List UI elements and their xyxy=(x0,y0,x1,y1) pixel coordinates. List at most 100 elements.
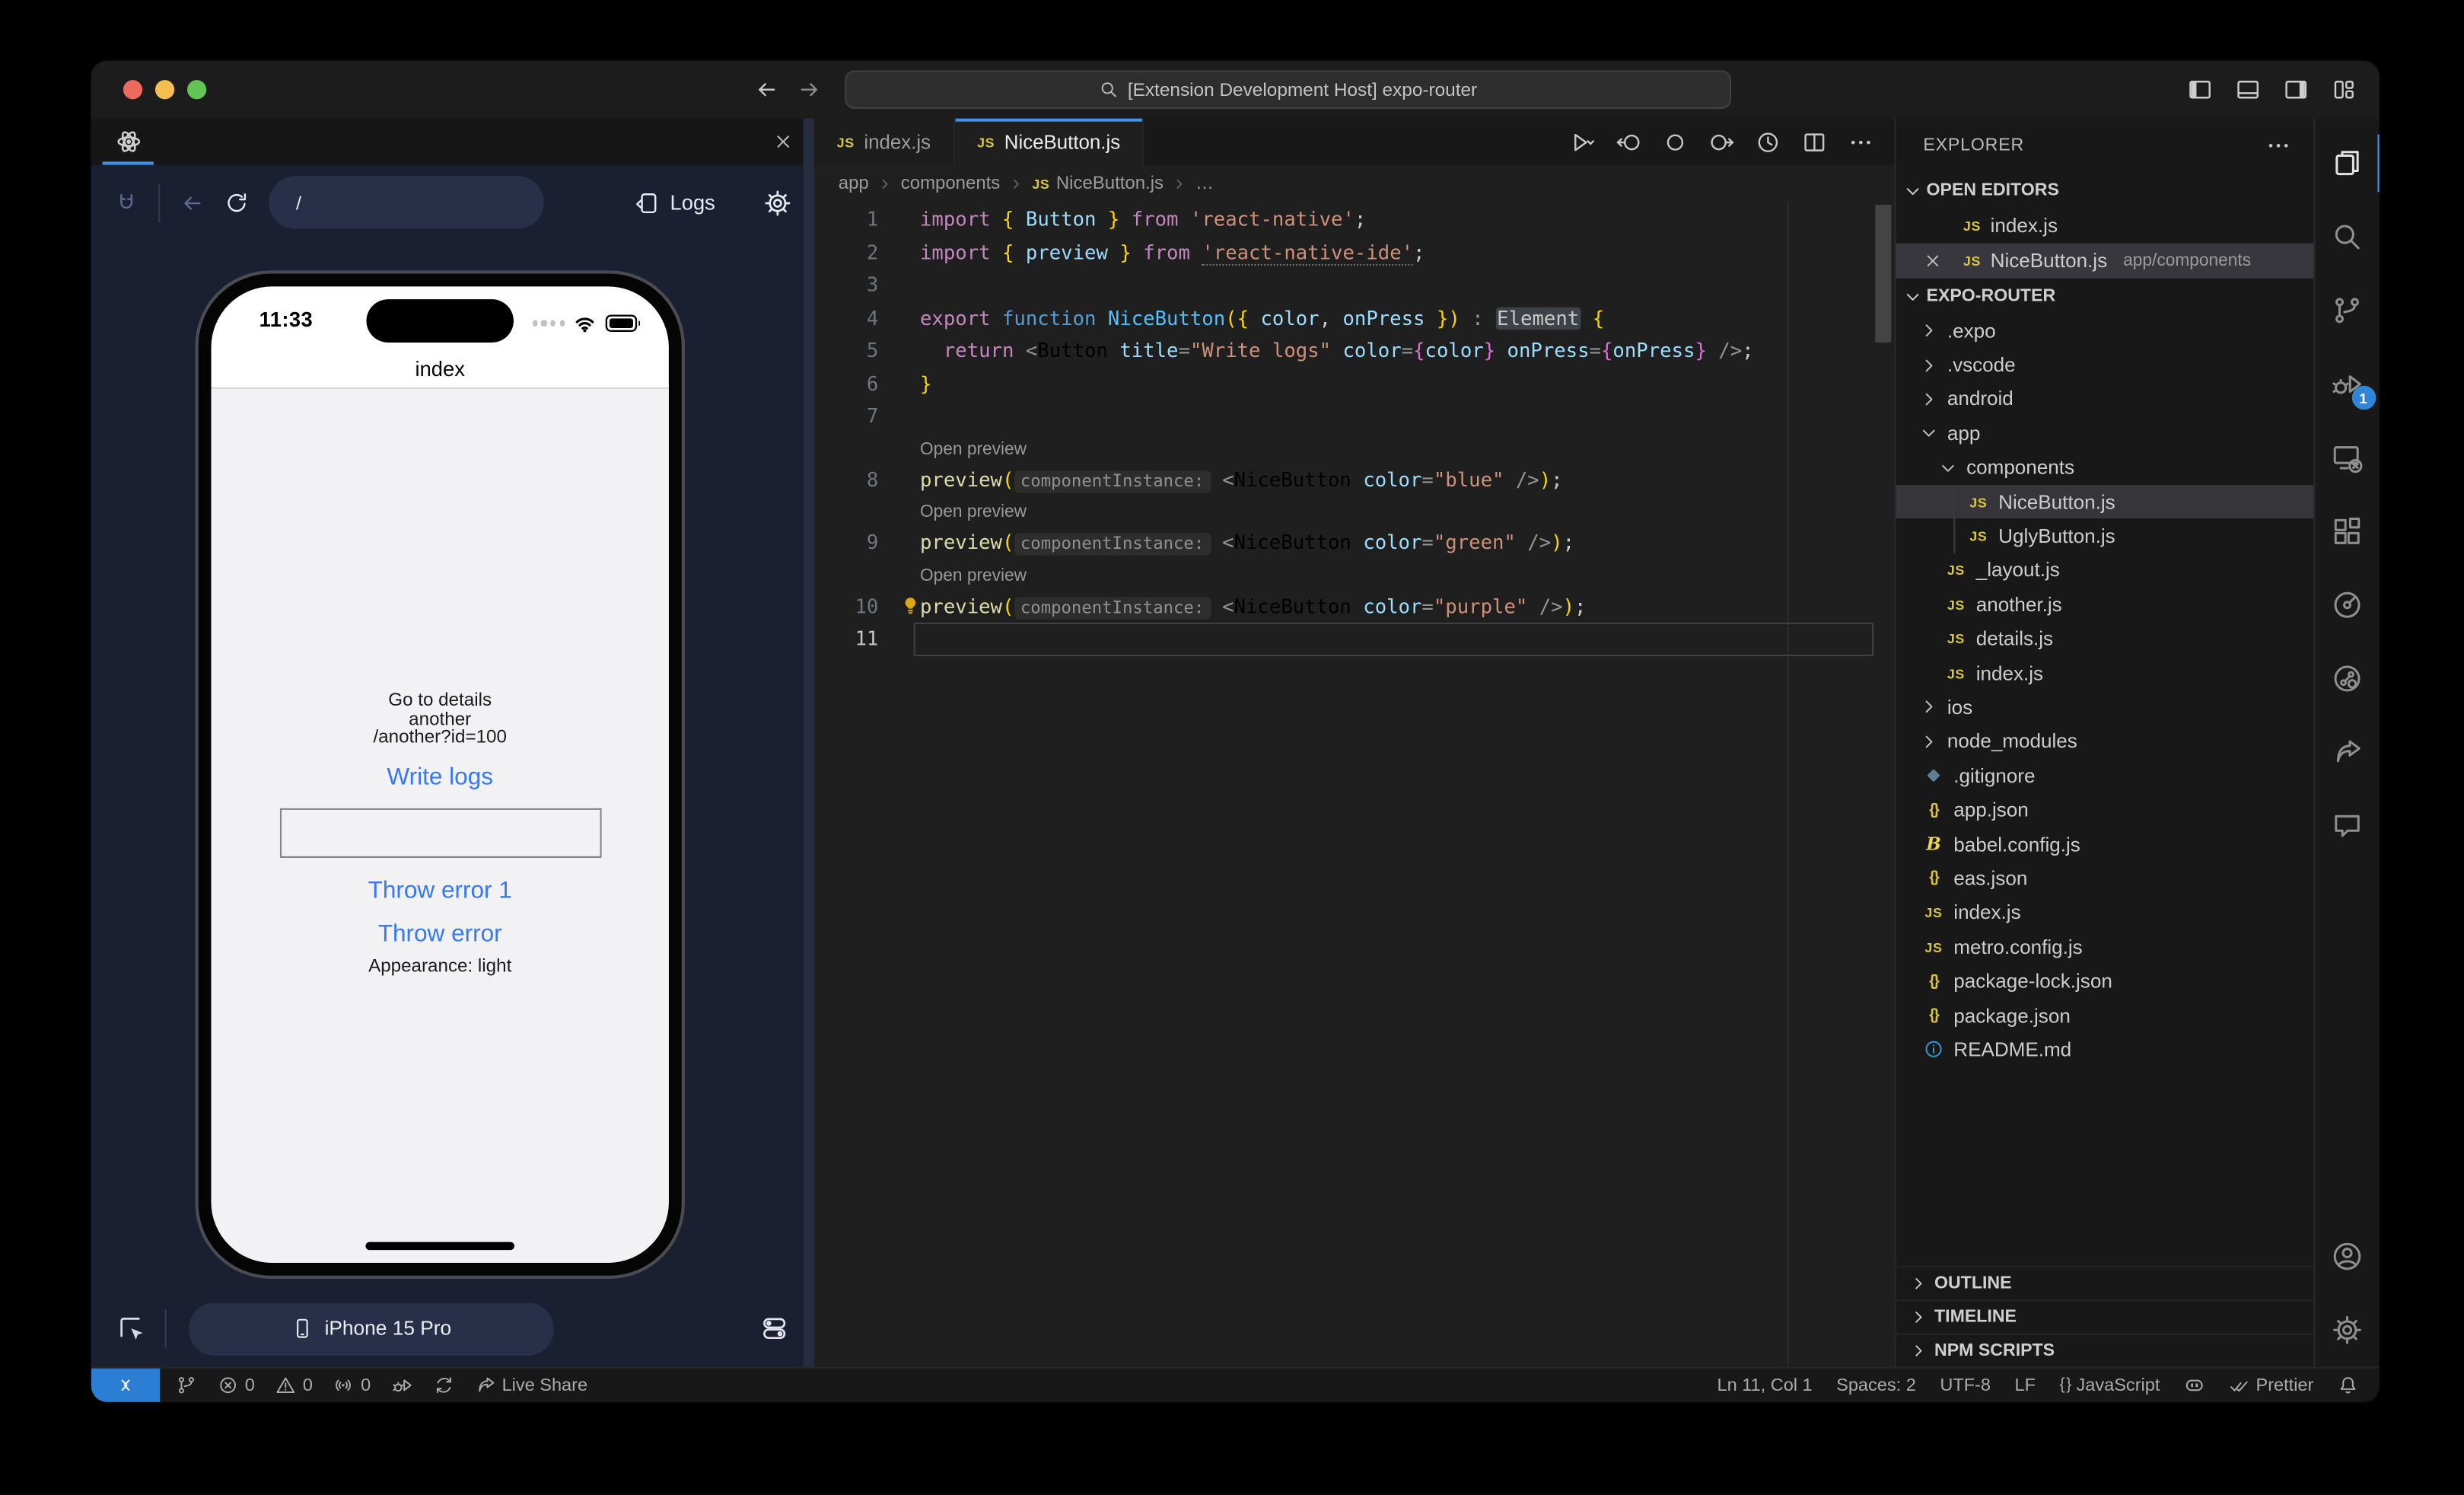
lightbulb-icon[interactable] xyxy=(899,594,922,617)
toggle-primary-sidebar-icon[interactable] xyxy=(2187,77,2213,103)
codelens-open-preview[interactable]: Open preview xyxy=(814,496,1894,527)
codelens-open-preview[interactable]: Open preview xyxy=(814,433,1894,464)
device-select-button[interactable]: iPhone 15 Pro xyxy=(189,1302,553,1354)
status-ports[interactable]: 0 xyxy=(333,1375,371,1395)
breadcrumb-item[interactable]: … xyxy=(1195,174,1214,193)
tree-item-app[interactable]: app xyxy=(1896,416,2314,451)
code-line[interactable]: 8preview(componentInstance: <NiceButton … xyxy=(814,464,1894,496)
activity-settings[interactable] xyxy=(2314,1293,2379,1367)
tree-item-readme-md[interactable]: README.md xyxy=(1896,1033,2314,1067)
nav-back-icon[interactable] xyxy=(179,190,205,215)
another-link[interactable]: another xyxy=(409,712,471,730)
status-indentation[interactable]: Spaces: 2 xyxy=(1836,1375,1916,1395)
status-encoding[interactable]: UTF-8 xyxy=(1940,1375,1991,1395)
command-center-search[interactable]: [Extension Development Host] expo-router xyxy=(845,71,1731,109)
toggle-secondary-sidebar-icon[interactable] xyxy=(2283,77,2309,103)
more-actions-button[interactable] xyxy=(1848,129,1874,155)
status-debug-status[interactable] xyxy=(392,1375,412,1395)
code-line[interactable]: 11 xyxy=(814,623,1894,655)
toggle-panel-icon[interactable] xyxy=(2235,77,2261,103)
tree-item-package-json[interactable]: {}package.json xyxy=(1896,999,2314,1033)
run-or-debug-button[interactable] xyxy=(1570,129,1596,155)
tab-index-js[interactable]: JS index.js xyxy=(814,119,954,165)
another-id-link[interactable]: /another?id=100 xyxy=(373,730,506,748)
simulator-settings-icon[interactable] xyxy=(763,188,792,217)
code-line[interactable]: 9preview(componentInstance: <NiceButton … xyxy=(814,527,1894,559)
zoom-window-button[interactable] xyxy=(187,80,206,99)
inspect-cursor-icon[interactable] xyxy=(116,1314,145,1343)
tree-item-ios[interactable]: ios xyxy=(1896,690,2314,725)
codelens-open-preview[interactable]: Open preview xyxy=(814,559,1894,590)
code-line[interactable]: 4export function NiceButton({ color, onP… xyxy=(814,301,1894,334)
breadcrumb-item[interactable]: components xyxy=(901,174,1000,193)
reload-icon[interactable] xyxy=(224,190,250,215)
status-eol[interactable]: LF xyxy=(2015,1375,2036,1395)
status-warnings[interactable]: 0 xyxy=(275,1375,313,1395)
history-forward-icon[interactable] xyxy=(797,77,823,103)
activity-comments[interactable] xyxy=(2314,789,2379,863)
tree-item-android[interactable]: android xyxy=(1896,382,2314,416)
status-notifications[interactable] xyxy=(2338,1375,2358,1395)
tree-item-nicebutton-js[interactable]: JSNiceButton.js xyxy=(1896,485,2314,519)
tree-item-index-js[interactable]: JSindex.js xyxy=(1896,896,2314,930)
timeline-button[interactable] xyxy=(1756,129,1781,155)
tree-item--gitignore[interactable]: .gitignore xyxy=(1896,759,2314,793)
status-branch-status[interactable] xyxy=(176,1375,196,1395)
code-line[interactable]: 2import { preview } from 'react-native-i… xyxy=(814,236,1894,269)
close-panel-icon[interactable] xyxy=(773,131,794,151)
tree-item-index-js[interactable]: JSindex.js xyxy=(1896,656,2314,690)
tree-item-uglybutton-js[interactable]: JSUglyButton.js xyxy=(1896,519,2314,553)
code-line[interactable]: 3 xyxy=(814,269,1894,301)
tree-item--layout-js[interactable]: JS_layout.js xyxy=(1896,553,2314,588)
remote-indicator[interactable] xyxy=(91,1369,160,1402)
logs-button[interactable]: Logs xyxy=(633,190,715,215)
activity-search[interactable] xyxy=(2314,200,2379,274)
activity-gitlens[interactable] xyxy=(2314,642,2379,716)
device-settings-toggles-icon[interactable] xyxy=(760,1314,789,1343)
tree-item-another-js[interactable]: JSanother.js xyxy=(1896,588,2314,622)
tab-radon-ide[interactable] xyxy=(91,119,165,165)
tree-item-babel-config-js[interactable]: Bbabel.config.js xyxy=(1896,827,2314,862)
open-editor-item[interactable]: JSindex.js xyxy=(1896,208,2314,243)
tree-item-metro-config-js[interactable]: JSmetro.config.js xyxy=(1896,930,2314,964)
section-npm-scripts[interactable]: NPM SCRIPTS xyxy=(1896,1333,2314,1366)
step-forward-button[interactable] xyxy=(1709,129,1735,155)
activity-extensions[interactable] xyxy=(2314,495,2379,569)
history-back-icon[interactable] xyxy=(753,77,779,103)
text-input[interactable] xyxy=(279,808,601,857)
activity-remote-explorer[interactable] xyxy=(2314,421,2379,495)
code-line[interactable]: 1import { Button } from 'react-native'; xyxy=(814,203,1894,236)
breadcrumb-item[interactable]: JSNiceButton.js xyxy=(1032,174,1164,193)
open-editor-item[interactable]: JSNiceButton.jsapp/components xyxy=(1896,244,2314,279)
tree-item-package-lock-json[interactable]: {}package-lock.json xyxy=(1896,964,2314,999)
minimize-window-button[interactable] xyxy=(155,80,174,99)
project-section-header[interactable]: EXPO-ROUTER xyxy=(1896,279,2314,314)
explorer-more-actions-icon[interactable] xyxy=(2265,133,2291,159)
tree-item--expo[interactable]: .expo xyxy=(1896,314,2314,348)
record-button[interactable] xyxy=(1663,129,1689,155)
step-back-button[interactable] xyxy=(1616,129,1642,155)
status-cursor-position[interactable]: Ln 11, Col 1 xyxy=(1717,1375,1813,1395)
tree-item-app-json[interactable]: {}app.json xyxy=(1896,793,2314,827)
section-outline[interactable]: OUTLINE xyxy=(1896,1266,2314,1299)
code-area[interactable]: 1import { Button } from 'react-native';2… xyxy=(814,202,1894,1367)
open-editors-section-header[interactable]: OPEN EDITORS xyxy=(1896,173,2314,208)
tab-nicebutton-js[interactable]: JS NiceButton.js xyxy=(955,119,1144,165)
go-to-details-link[interactable]: Go to details xyxy=(388,693,492,711)
iphone-screen[interactable]: 11:33 index Go to details another xyxy=(212,286,669,1263)
activity-accounts[interactable] xyxy=(2314,1219,2379,1293)
breadcrumb-item[interactable]: app xyxy=(839,174,869,193)
code-line[interactable]: 6} xyxy=(814,368,1894,400)
status-errors[interactable]: 0 xyxy=(218,1375,255,1395)
tree-item-node-modules[interactable]: node_modules xyxy=(1896,725,2314,759)
activity-explorer[interactable] xyxy=(2314,126,2379,200)
customize-layout-icon[interactable] xyxy=(2331,77,2357,103)
close-editor-icon[interactable] xyxy=(1923,251,1942,270)
code-line[interactable]: 5 return <Button title="Write logs" colo… xyxy=(814,334,1894,367)
panel-scrollbar[interactable] xyxy=(804,119,815,1367)
tree-item-eas-json[interactable]: {}eas.json xyxy=(1896,862,2314,896)
activity-live-share[interactable] xyxy=(2314,716,2379,789)
activity-commit-graph[interactable] xyxy=(2314,568,2379,642)
status-sync-status[interactable] xyxy=(433,1375,454,1395)
status-copilot-status[interactable] xyxy=(2184,1375,2205,1395)
